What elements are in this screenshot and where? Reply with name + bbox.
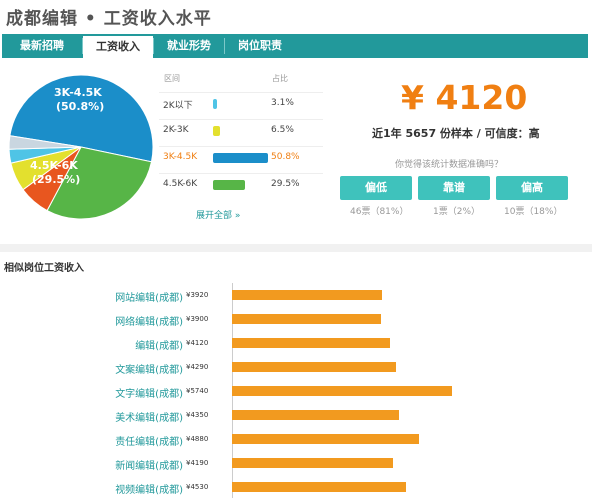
similar-salary-value: ¥4350 [186, 411, 209, 419]
pie-label-percent: (29.5%) [32, 173, 80, 186]
tab-duties[interactable]: 岗位职责 [225, 34, 295, 58]
similar-salary-value: ¥4120 [186, 339, 209, 347]
similar-job-link[interactable]: 责任编辑(成都) [115, 433, 183, 448]
vote-low-count: 46票（81%） [350, 207, 409, 217]
vote-high-button[interactable]: 偏高 [496, 176, 568, 200]
similar-salary-value: ¥4530 [186, 483, 209, 491]
similar-row: 文字编辑(成都) ¥5740 [0, 381, 592, 401]
similar-salary-bar [232, 338, 390, 348]
similar-row: 新闻编辑(成都) ¥4190 [0, 453, 592, 473]
page-title: 成都编辑 • 工资收入水平 [6, 9, 212, 29]
dist-col-range: 区间 [164, 74, 180, 83]
similar-salary-value: ¥4190 [186, 459, 209, 467]
dist-percent: 6.5% [271, 125, 294, 135]
dist-bar [213, 126, 220, 136]
similar-job-link[interactable]: 编辑(成都) [135, 337, 183, 352]
dist-row: 3K-4.5K 50.8% [159, 146, 323, 169]
dist-bar [213, 153, 268, 163]
average-salary: ¥ 4120 [401, 78, 528, 117]
dist-range: 4.5K-6K [163, 179, 198, 189]
vote-accurate-button[interactable]: 靠谱 [418, 176, 490, 200]
dist-row: 2K-3K 6.5% [159, 119, 323, 142]
tab-latest-jobs[interactable]: 最新招聘 [2, 34, 82, 58]
similar-row: 视频编辑(成都) ¥4530 [0, 477, 592, 497]
dist-row: 2K以下 3.1% [159, 92, 323, 115]
dist-range: 2K以下 [163, 101, 193, 111]
similar-salary-bar [232, 458, 393, 468]
dist-percent: 50.8% [271, 152, 300, 162]
pie-label-range: 3K-4.5K [54, 86, 102, 99]
accuracy-question: 你觉得该统计数据准确吗？ [395, 160, 504, 170]
dist-bar [213, 99, 217, 109]
salary-pie-chart: 3K-4.5K (50.8%) 4.5K-6K (29.5%) [8, 74, 154, 220]
vote-high-count: 10票（18%） [504, 207, 563, 217]
similar-section-title: 相似岗位工资收入 [4, 263, 84, 274]
similar-salary-value: ¥3900 [186, 315, 209, 323]
similar-job-link[interactable]: 新闻编辑(成都) [115, 457, 183, 472]
pie-label-percent: (50.8%) [56, 100, 104, 113]
similar-job-link[interactable]: 视频编辑(成都) [115, 481, 183, 496]
similar-row: 文案编辑(成都) ¥4290 [0, 357, 592, 377]
similar-salary-value: ¥5740 [186, 387, 209, 395]
dist-row: 4.5K-6K 29.5% [159, 173, 323, 196]
vote-accurate-count: 1票（2%） [433, 207, 481, 217]
dist-percent: 3.1% [271, 98, 294, 108]
tab-bar: 最新招聘 工资收入 就业形势 岗位职责 [2, 34, 588, 58]
similar-salary-value: ¥4290 [186, 363, 209, 371]
similar-salary-bar [232, 410, 399, 420]
similar-salary-bar [232, 386, 452, 396]
similar-salary-bar [232, 434, 419, 444]
section-divider [0, 244, 592, 252]
similar-row: 网站编辑(成都) ¥3920 [0, 285, 592, 305]
tab-employment[interactable]: 就业形势 [154, 34, 224, 58]
similar-salary-value: ¥3920 [186, 291, 209, 299]
similar-job-link[interactable]: 文案编辑(成都) [115, 361, 183, 376]
similar-row: 责任编辑(成都) ¥4880 [0, 429, 592, 449]
similar-row: 网络编辑(成都) ¥3900 [0, 309, 592, 329]
similar-row: 编辑(成都) ¥4120 [0, 333, 592, 353]
pie-label-range: 4.5K-6K [30, 159, 78, 172]
similar-job-link[interactable]: 网络编辑(成都) [115, 313, 183, 328]
expand-all-link[interactable]: 展开全部 » [196, 208, 240, 221]
similar-salary-bar [232, 362, 396, 372]
similar-salary-bar [232, 314, 381, 324]
dist-range: 3K-4.5K [163, 152, 198, 162]
dist-col-percent: 占比 [272, 74, 288, 83]
similar-job-link[interactable]: 网站编辑(成都) [115, 289, 183, 304]
similar-row: 美术编辑(成都) ¥4350 [0, 405, 592, 425]
dist-range: 2K-3K [163, 125, 189, 135]
tab-salary[interactable]: 工资收入 [83, 36, 153, 58]
dist-bar [213, 180, 245, 190]
similar-salary-bar [232, 290, 382, 300]
sample-info: 近1年 5657 份样本 / 可信度：高 [372, 127, 540, 140]
vote-low-button[interactable]: 偏低 [340, 176, 412, 200]
similar-salary-value: ¥4880 [186, 435, 209, 443]
similar-job-link[interactable]: 美术编辑(成都) [115, 409, 183, 424]
dist-percent: 29.5% [271, 179, 300, 189]
similar-job-link[interactable]: 文字编辑(成都) [115, 385, 183, 400]
similar-salary-bar [232, 482, 406, 492]
